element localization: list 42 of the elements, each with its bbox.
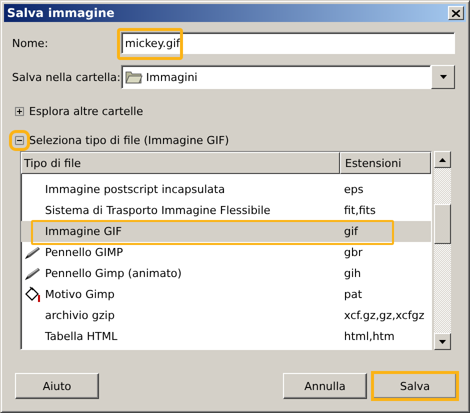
column-header[interactable]: Tipo di file <box>21 152 340 174</box>
field-value: mickey.gif <box>125 36 180 50</box>
close-icon <box>452 10 460 16</box>
file-extensions[interactable]: gih <box>340 267 431 280</box>
file-type-name[interactable]: Tabella HTML <box>45 330 340 343</box>
brush-icon <box>24 266 42 280</box>
dropdown-button[interactable] <box>431 65 455 89</box>
file-extensions[interactable]: xcf.gz,gz,xcfgz <box>340 309 431 322</box>
paint-bucket-icon <box>24 286 42 303</box>
scroll-up-icon <box>439 158 446 162</box>
file-extensions[interactable]: eps <box>340 183 431 196</box>
folder-icon <box>125 70 143 84</box>
expander-label[interactable]: Esplora altre cartelle <box>29 105 144 118</box>
expander-icon[interactable] <box>15 107 24 116</box>
folder-name: Immagini <box>146 70 198 84</box>
file-type-name[interactable]: Immagine postscript incapsulata <box>45 183 340 196</box>
dialog-button[interactable]: Salva <box>373 373 457 399</box>
file-type-name[interactable]: Sistema di Trasporto Immagine Flessibile <box>45 204 340 217</box>
scrollbar[interactable] <box>434 151 451 350</box>
file-type-name[interactable]: Pennello GIMP <box>45 246 340 259</box>
brush-icon <box>24 246 42 260</box>
folder-dropdown[interactable]: Immagini <box>121 65 431 89</box>
file-extensions[interactable]: gbr <box>340 246 431 259</box>
file-extensions[interactable]: gif <box>340 225 431 238</box>
dialog-button[interactable]: Annulla <box>283 373 367 399</box>
column-header[interactable]: Estensioni <box>340 152 431 174</box>
window-title: Salva immagine <box>7 6 116 20</box>
file-type-name[interactable]: archivio gzip <box>45 309 340 322</box>
file-type-name[interactable]: Pennello Gimp (animato) <box>45 267 340 280</box>
name-label: Nome: <box>12 36 50 50</box>
dropdown-arrow-icon <box>440 75 446 79</box>
file-extensions[interactable]: html,htm <box>340 330 431 343</box>
expander-label[interactable]: Seleziona tipo di file (Immagine GIF) <box>29 134 230 147</box>
dialog-button[interactable]: Aiuto <box>15 373 99 399</box>
file-extensions[interactable]: fit,fits <box>340 204 431 217</box>
file-type-name[interactable]: Immagine GIF <box>45 225 340 238</box>
file-extensions[interactable]: pat <box>340 288 431 301</box>
scroll-thumb[interactable] <box>434 204 451 244</box>
file-type-name[interactable]: Motivo Gimp <box>45 288 340 301</box>
close-button[interactable] <box>448 6 464 20</box>
folder-label: Salva nella cartella: <box>12 70 121 84</box>
scroll-down-icon <box>439 340 446 344</box>
